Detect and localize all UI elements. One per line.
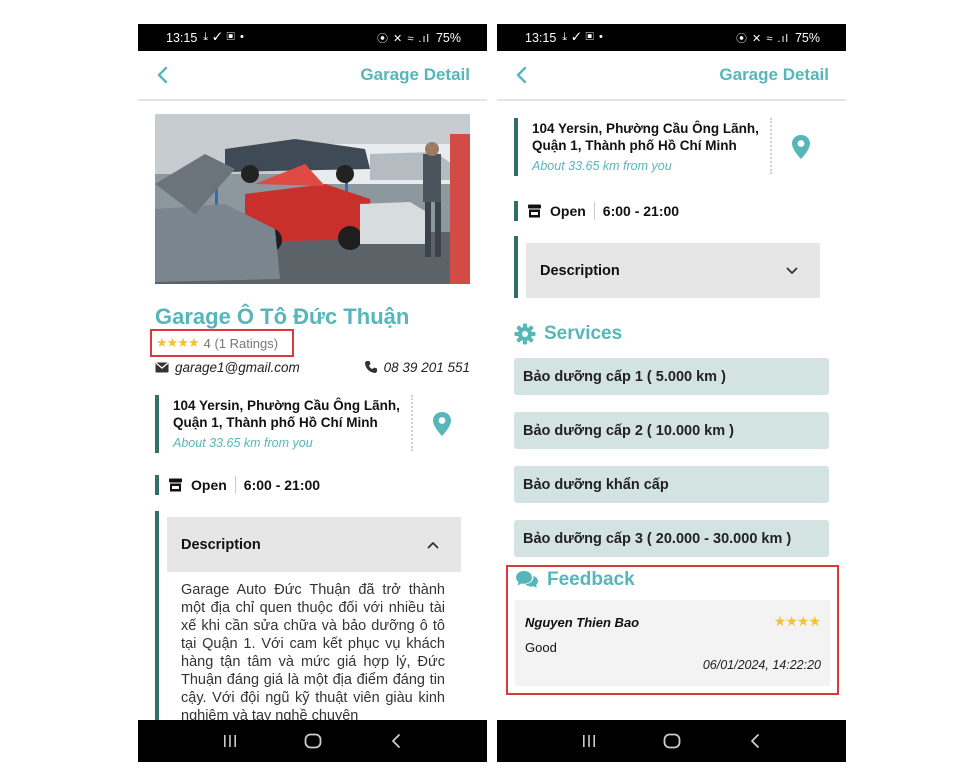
address-block: 104 Yersin, Phường Cầu Ông Lãnh, Quận 1,… — [514, 118, 829, 176]
system-nav-bar — [497, 720, 846, 762]
address-text: 104 Yersin, Phường Cầu Ông Lãnh, Quận 1,… — [532, 121, 759, 153]
status-time: 13:15 — [525, 30, 557, 45]
opening-hours: 6:00 - 21:00 — [243, 477, 321, 493]
opening-hours-row: Open 6:00 - 21:00 — [155, 475, 320, 495]
review-comment: Good — [525, 640, 557, 655]
envelope-icon — [155, 362, 169, 372]
phone-text: 08 39 201 551 — [383, 359, 470, 375]
store-icon — [168, 478, 183, 492]
back-button[interactable] — [152, 63, 172, 87]
feedback-heading: Feedback — [515, 569, 635, 591]
map-pin-button[interactable] — [431, 411, 453, 437]
home-button[interactable] — [298, 726, 328, 756]
feedback-title: Feedback — [547, 569, 635, 590]
rating-stars: ★★★★ — [156, 335, 200, 350]
battery-level: 75% — [794, 30, 820, 45]
open-status: Open — [550, 203, 586, 219]
back-icon — [391, 734, 400, 748]
home-icon — [663, 733, 680, 749]
email-link[interactable]: garage1@gmail.com — [155, 360, 300, 375]
page-title: Garage Detail — [360, 65, 470, 84]
distance-text: About 33.65 km from you — [532, 159, 672, 173]
chevron-up-icon — [427, 541, 439, 548]
garage-photo-illustration — [155, 114, 470, 284]
review-stars: ★★★★ — [773, 613, 821, 629]
description-toggle[interactable]: Description — [167, 517, 461, 572]
reviewer-name: Nguyen Thien Bao — [525, 615, 640, 630]
system-back-button[interactable] — [740, 726, 770, 756]
description-toggle[interactable]: Description — [526, 243, 820, 298]
hours-separator — [234, 476, 236, 494]
system-back-button[interactable] — [381, 726, 411, 756]
description-text: Garage Auto Đức Thuận đã trở thành một đ… — [181, 582, 445, 724]
app-bar: Garage Detail — [497, 51, 846, 101]
service-item[interactable]: Bảo dưỡng cấp 2 ( 10.000 km ) — [514, 412, 829, 449]
status-notification-icons: ⤓ ✓ ▣ • — [562, 31, 604, 43]
map-pin-icon — [792, 135, 810, 159]
feedback-section: Feedback Nguyen Thien Bao ★★★★ Good 06/0… — [506, 565, 839, 695]
back-chevron-icon — [157, 66, 168, 84]
services-heading: Services — [514, 323, 622, 345]
page-title: Garage Detail — [719, 65, 829, 84]
description-section: Description — [514, 236, 829, 298]
service-item[interactable]: Bảo dưỡng khẩn cấp — [514, 466, 829, 503]
distance-text: About 33.65 km from you — [173, 436, 313, 450]
status-notification-icons: ⤓ ✓ ▣ • — [203, 31, 245, 43]
gear-icon — [514, 323, 536, 345]
map-pin-button[interactable] — [790, 134, 812, 160]
open-status: Open — [191, 477, 227, 493]
status-system-icons: ⦿ ✕ ≈ .ıl — [376, 32, 430, 45]
opening-hours: 6:00 - 21:00 — [602, 203, 680, 219]
service-item[interactable]: Bảo dưỡng cấp 3 ( 20.000 - 30.000 km ) — [514, 520, 829, 557]
status-bar: 13:15 ⤓ ✓ ▣ • ⦿ ✕ ≈ .ıl 75% — [138, 24, 487, 51]
recents-button[interactable] — [574, 726, 604, 756]
phone-link[interactable]: 08 39 201 551 — [364, 360, 470, 375]
back-chevron-icon — [516, 66, 527, 84]
feedback-card: Nguyen Thien Bao ★★★★ Good 06/01/2024, 1… — [515, 600, 830, 686]
recents-button[interactable] — [215, 726, 245, 756]
phone-screen-right: 13:15 ⤓ ✓ ▣ • ⦿ ✕ ≈ .ıl 75% Garage Detai… — [497, 24, 846, 762]
home-icon — [304, 733, 321, 749]
rating-summary: ★★★★ 4 (1 Ratings) — [150, 329, 294, 357]
address-divider — [770, 118, 772, 174]
contact-row: garage1@gmail.com 08 39 201 551 — [155, 358, 470, 376]
garage-name: Garage Ô Tô Đức Thuận — [155, 304, 410, 329]
back-icon — [750, 734, 759, 748]
map-pin-icon — [433, 412, 451, 436]
chevron-down-icon — [786, 267, 798, 274]
status-bar: 13:15 ⤓ ✓ ▣ • ⦿ ✕ ≈ .ıl 75% — [497, 24, 846, 51]
system-nav-bar — [138, 720, 487, 762]
status-time: 13:15 — [166, 30, 198, 45]
garage-photo — [155, 114, 470, 284]
hours-separator — [593, 202, 595, 220]
service-item[interactable]: Bảo dưỡng cấp 1 ( 5.000 km ) — [514, 358, 829, 395]
app-bar: Garage Detail — [138, 51, 487, 101]
description-header: Description — [540, 262, 620, 279]
rating-text: 4 (1 Ratings) — [203, 335, 279, 351]
address-divider — [411, 395, 413, 451]
phone-screen-left: 13:15 ⤓ ✓ ▣ • ⦿ ✕ ≈ .ıl 75% Garage Detai… — [138, 24, 487, 762]
status-system-icons: ⦿ ✕ ≈ .ıl — [735, 32, 789, 45]
opening-hours-row: Open 6:00 - 21:00 — [514, 201, 679, 221]
review-date: 06/01/2024, 14:22:20 — [702, 658, 821, 672]
address-text: 104 Yersin, Phường Cầu Ông Lãnh, Quận 1,… — [173, 398, 400, 430]
email-text: garage1@gmail.com — [175, 359, 300, 375]
address-block: 104 Yersin, Phường Cầu Ông Lãnh, Quận 1,… — [155, 395, 470, 453]
services-title: Services — [544, 323, 623, 344]
home-button[interactable] — [657, 726, 687, 756]
recents-icon — [223, 735, 236, 747]
description-header: Description — [181, 536, 261, 553]
phone-icon — [364, 361, 377, 373]
chat-bubbles-icon — [516, 571, 538, 588]
battery-level: 75% — [435, 30, 461, 45]
store-icon — [527, 204, 542, 218]
back-button[interactable] — [511, 63, 531, 87]
recents-icon — [582, 735, 595, 747]
